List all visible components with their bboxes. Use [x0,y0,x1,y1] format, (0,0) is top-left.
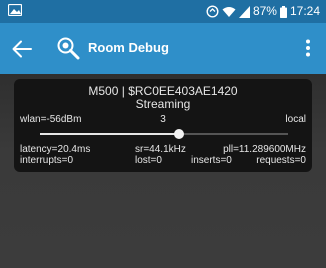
cell-signal-icon [238,5,250,18]
battery-percent: 87% [252,4,277,18]
sync-icon [206,5,219,18]
notification-image-icon [8,4,22,16]
page-title: Room Debug [88,40,169,55]
status-bar: 87% 17:24 [0,0,326,23]
app-bar: Room Debug [0,23,326,74]
debug-magnifier-icon [57,37,80,60]
stream-status: Streaming [135,97,191,111]
clock: 17:24 [289,4,320,18]
requests-value: requests=0 [256,155,306,166]
interrupts-value: interrupts=0 [20,155,74,166]
debug-content: M500 | $RC0EE403AE1420 Streaming wlan=-5… [0,74,326,268]
volume-slider[interactable] [40,129,288,139]
device-card[interactable]: M500 | $RC0EE403AE1420 Streaming wlan=-5… [14,79,312,172]
back-arrow-icon [12,40,32,58]
overflow-menu-button[interactable] [296,36,320,60]
slider-fill [40,133,179,135]
status-indicators: 87% 17:24 [206,4,320,19]
back-button[interactable] [8,35,36,63]
battery-icon [279,5,287,18]
slider-thumb[interactable] [173,129,184,139]
lost-value: lost=0 [135,155,162,166]
mode-label: local [285,114,306,125]
inserts-value: inserts=0 [191,155,232,166]
volume-value: 3 [160,114,166,125]
wifi-icon [222,6,236,17]
overflow-menu-icon [306,39,310,57]
